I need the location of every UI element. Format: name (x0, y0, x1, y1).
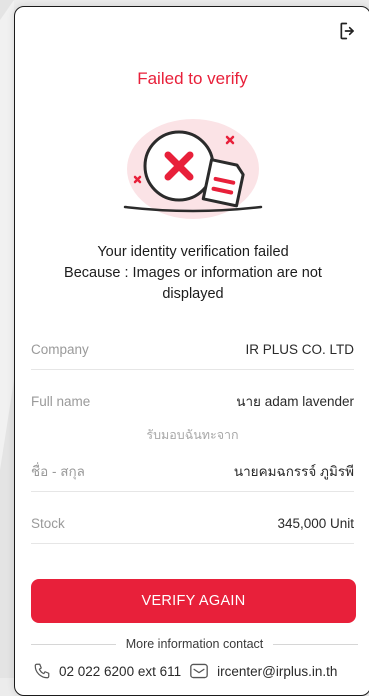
company-value: IR PLUS CO. LTD (245, 341, 354, 357)
more-info-label: More information contact (125, 637, 264, 651)
fullname-value: นาย adam lavender (236, 394, 354, 409)
verification-card: Failed to verify Your identity verificat… (14, 6, 369, 696)
thai-name-value: นายคมฉกรรจ์ ภูมิรพี (233, 464, 354, 479)
thai-name-label: ชื่อ - สกุล (31, 464, 85, 479)
fullname-row: Full name นาย adam lavender (31, 381, 354, 421)
divider-line-right (273, 643, 358, 645)
contact-info: 02 022 6200 ext 611 ircenter@irplus.in.t… (33, 659, 363, 683)
failure-message: Your identity verification failed Becaus… (43, 242, 343, 305)
thai-name-row: ชื่อ - สกุล นายคมฉกรรจ์ ภูมิรพี (31, 451, 354, 492)
phone-icon (34, 663, 50, 679)
company-label: Company (31, 341, 89, 357)
phone-number[interactable]: 02 022 6200 ext 611 (59, 664, 181, 679)
more-info-divider: More information contact (31, 634, 358, 654)
verify-again-button[interactable]: VERIFY AGAIN (31, 579, 356, 623)
proxy-from-label: รับมอบฉันทะจาก (146, 428, 239, 442)
page-title: Failed to verify (137, 69, 248, 88)
stock-label: Stock (31, 515, 65, 531)
logout-icon[interactable] (338, 21, 358, 41)
mail-icon (190, 663, 208, 679)
fullname-label: Full name (31, 393, 91, 409)
background-decoration (0, 0, 14, 678)
failure-message-line2: Because : Images or information are not … (64, 265, 322, 302)
email-address[interactable]: ircenter@irplus.in.th (217, 664, 337, 679)
failure-message-line1: Your identity verification failed (97, 244, 289, 260)
stock-row: Stock 345,000 Unit (31, 503, 354, 544)
failed-document-icon (123, 119, 263, 219)
company-row: Company IR PLUS CO. LTD (31, 329, 354, 370)
divider-line-left (31, 643, 116, 645)
stock-value: 345,000 Unit (277, 515, 354, 531)
